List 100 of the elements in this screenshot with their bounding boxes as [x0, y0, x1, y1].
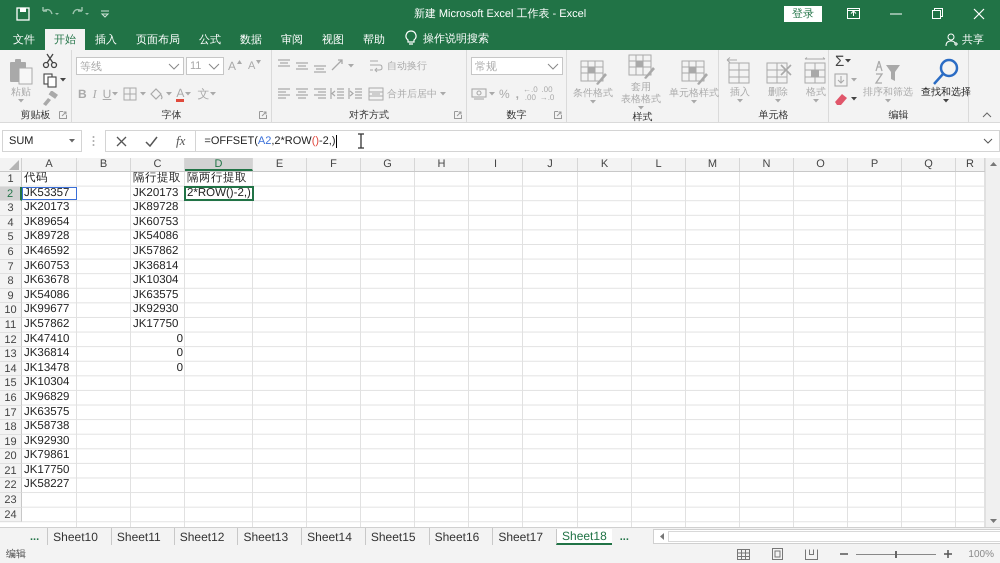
- sheet-tab[interactable]: Sheet18: [556, 528, 612, 544]
- table-cell-text: JK99677: [23, 303, 70, 317]
- more-sheets[interactable]: ...: [620, 530, 629, 542]
- ribbon-tab[interactable]: 公式: [190, 29, 230, 50]
- cell-editor[interactable]: 2*ROW()-2,): [185, 186, 253, 200]
- column-header[interactable]: D: [185, 158, 253, 171]
- row-header[interactable]: 3: [0, 201, 22, 216]
- tell-me-search[interactable]: 操作说明搜索: [423, 29, 489, 50]
- horizontal-scrollbar[interactable]: [652, 529, 1000, 544]
- row-header[interactable]: 10: [0, 303, 22, 318]
- row-header[interactable]: 1: [0, 172, 22, 187]
- restore-icon[interactable]: [932, 8, 943, 19]
- scroll-down-icon[interactable]: [990, 519, 996, 523]
- scroll-left-icon[interactable]: [660, 533, 664, 540]
- table-cell-text: JK36814: [23, 347, 70, 361]
- column-header[interactable]: A: [22, 158, 77, 171]
- column-header[interactable]: L: [632, 158, 686, 171]
- column-header[interactable]: K: [578, 158, 632, 171]
- table-cell-text: JK89728: [23, 230, 70, 244]
- row-header[interactable]: 7: [0, 260, 22, 274]
- row-header[interactable]: 4: [0, 216, 22, 230]
- row-header[interactable]: 24: [0, 508, 22, 522]
- collapse-ribbon-icon[interactable]: [982, 112, 992, 118]
- page-layout-icon[interactable]: [772, 548, 784, 560]
- save-icon[interactable]: [16, 6, 30, 20]
- ribbon-tab[interactable]: 页面布局: [127, 29, 189, 50]
- row-header[interactable]: 20: [0, 449, 22, 464]
- row-header[interactable]: 22: [0, 478, 22, 494]
- column-header[interactable]: M: [686, 158, 740, 171]
- cancel-icon[interactable]: [116, 136, 127, 146]
- table-cell-text: 隔两行提取: [186, 172, 248, 186]
- ribbon-tab[interactable]: 插入: [86, 29, 126, 50]
- row-header[interactable]: 18: [0, 420, 22, 435]
- copy-icon[interactable]: [42, 72, 58, 88]
- column-header[interactable]: H: [415, 158, 469, 171]
- ribbon-tab[interactable]: 开始: [45, 29, 85, 50]
- column-header[interactable]: J: [523, 158, 578, 171]
- share-button[interactable]: 共享: [945, 29, 984, 50]
- autosum-button[interactable]: Σ: [833, 52, 854, 70]
- row-header[interactable]: 8: [0, 274, 22, 289]
- caret-icon[interactable]: [845, 59, 852, 64]
- ribbon-tab[interactable]: 数据: [231, 29, 271, 50]
- dialog-launcher-icon[interactable]: [259, 111, 267, 119]
- dialog-launcher-icon[interactable]: [59, 111, 67, 119]
- ribbon-tab[interactable]: 视图: [313, 29, 353, 50]
- row-header[interactable]: 6: [0, 244, 22, 260]
- close-icon[interactable]: [973, 8, 985, 20]
- scissors-icon[interactable]: [42, 53, 58, 70]
- caret-icon[interactable]: [60, 78, 66, 82]
- sign-in-button[interactable]: 登录: [784, 6, 822, 22]
- column-header[interactable]: E: [253, 158, 307, 171]
- column-header[interactable]: F: [307, 158, 361, 171]
- column-header[interactable]: Q: [902, 158, 956, 171]
- row-header[interactable]: 2: [0, 186, 22, 202]
- dialog-launcher-icon[interactable]: [554, 111, 562, 119]
- row-header[interactable]: 5: [0, 230, 22, 245]
- minimize-icon[interactable]: [890, 12, 902, 14]
- column-header[interactable]: B: [77, 158, 131, 171]
- row-header[interactable]: 19: [0, 434, 22, 450]
- select-all-icon[interactable]: [9, 160, 19, 170]
- column-header[interactable]: I: [469, 158, 523, 171]
- row-header[interactable]: 23: [0, 493, 22, 508]
- row-header[interactable]: 15: [0, 376, 22, 391]
- scroll-up-icon[interactable]: [990, 162, 996, 166]
- table-cell-text: JK13478: [23, 362, 70, 376]
- ribbon-tab[interactable]: 文件: [4, 29, 44, 50]
- caret-icon: [256, 60, 262, 64]
- find-select-button[interactable]: 查找和选择: [919, 57, 973, 103]
- column-header[interactable]: N: [740, 158, 794, 171]
- checkmark-icon[interactable]: [145, 136, 158, 146]
- vertical-scrollbar[interactable]: [985, 158, 1000, 527]
- row-header[interactable]: 17: [0, 406, 22, 420]
- table-cell-text: JK46592: [23, 244, 70, 259]
- row-header[interactable]: 9: [0, 288, 22, 304]
- row-header[interactable]: 11: [0, 318, 22, 333]
- name-box[interactable]: SUM: [2, 130, 82, 152]
- page-break-icon[interactable]: [805, 548, 818, 560]
- more-sheets[interactable]: ...: [30, 530, 40, 542]
- ribbon-display-icon[interactable]: [847, 8, 860, 19]
- caret-icon[interactable]: [943, 99, 949, 103]
- expand-icon[interactable]: [983, 138, 993, 144]
- column-header[interactable]: G: [361, 158, 415, 171]
- insert-function-button[interactable]: fx: [176, 133, 186, 149]
- dialog-launcher-icon[interactable]: [454, 111, 462, 119]
- caret-icon[interactable]: [69, 139, 75, 143]
- row-header[interactable]: 21: [0, 464, 22, 478]
- ribbon-tab[interactable]: 帮助: [354, 29, 394, 50]
- normal-view-icon[interactable]: [737, 548, 750, 560]
- row-header[interactable]: 16: [0, 390, 22, 406]
- formula-input[interactable]: =OFFSET(A2,2*ROW()-2,): [195, 130, 1000, 152]
- row-header[interactable]: 12: [0, 332, 22, 348]
- column-header[interactable]: P: [848, 158, 902, 171]
- zoom-in-icon[interactable]: [944, 550, 952, 558]
- row-header[interactable]: 14: [0, 362, 22, 376]
- column-header[interactable]: O: [794, 158, 848, 171]
- status-mode: 编辑: [6, 548, 26, 561]
- customize-icon[interactable]: [100, 8, 110, 18]
- row-header[interactable]: 13: [0, 347, 22, 362]
- ribbon-tab[interactable]: 审阅: [272, 29, 312, 50]
- caret-icon[interactable]: [851, 96, 857, 101]
